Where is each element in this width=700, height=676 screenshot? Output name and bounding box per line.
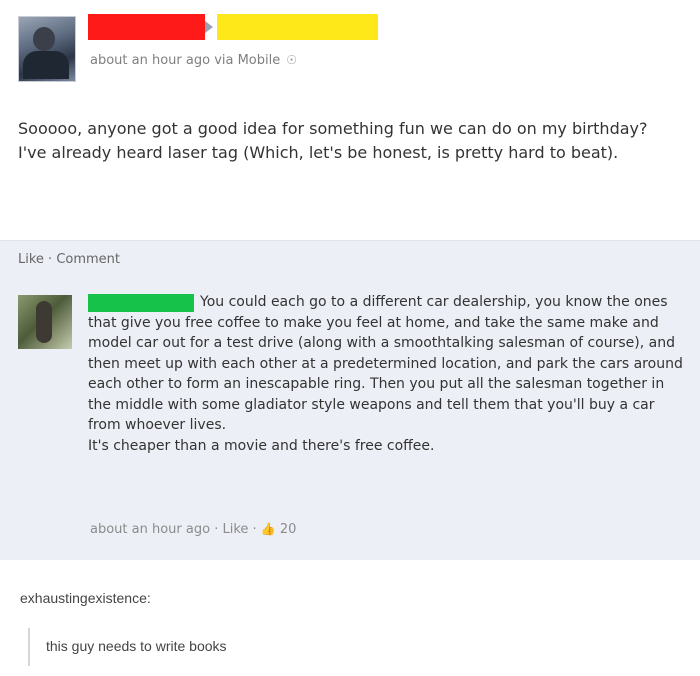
status-text: Sooooo, anyone got a good idea for somet… <box>18 119 648 162</box>
comment-like-link[interactable]: Like <box>222 522 248 537</box>
comment-timestamp[interactable]: about an hour ago <box>90 522 210 537</box>
comment-link[interactable]: Comment <box>56 252 120 267</box>
avatar-head-shape <box>33 27 55 51</box>
tagged-name-redacted[interactable] <box>217 14 378 40</box>
mobile-icon: ☉ <box>286 53 298 67</box>
post-actions: Like · Comment <box>18 252 120 267</box>
thumbs-up-icon: 👍 <box>260 522 276 536</box>
comment-text: You could each go to a different car dea… <box>88 294 683 433</box>
divider <box>0 240 700 241</box>
commenter-avatar[interactable] <box>18 295 72 349</box>
poster-avatar[interactable] <box>18 16 76 82</box>
post-timestamp[interactable]: about an hour ago via Mobile <box>90 53 280 68</box>
quote-bar <box>28 628 30 666</box>
action-separator: · <box>43 252 57 267</box>
comment-like-count[interactable]: 20 <box>280 522 297 537</box>
tumblr-username[interactable]: exhaustingexistence: <box>20 590 151 606</box>
meta-separator: · <box>252 522 261 537</box>
avatar-figure-shape <box>36 301 52 343</box>
like-link[interactable]: Like <box>18 252 44 267</box>
tumblr-reply: this guy needs to write books <box>46 638 227 654</box>
avatar-body-shape <box>23 51 69 79</box>
poster-name-redacted[interactable] <box>88 14 205 40</box>
comment-text-2: It's cheaper than a movie and there's fr… <box>88 437 435 454</box>
arrow-right-icon <box>205 21 213 33</box>
comment-body: You could each go to a different car dea… <box>88 292 686 456</box>
comment-meta: about an hour ago · Like · 👍 20 <box>90 522 296 537</box>
post-meta: about an hour ago via Mobile ☉ <box>90 53 297 68</box>
